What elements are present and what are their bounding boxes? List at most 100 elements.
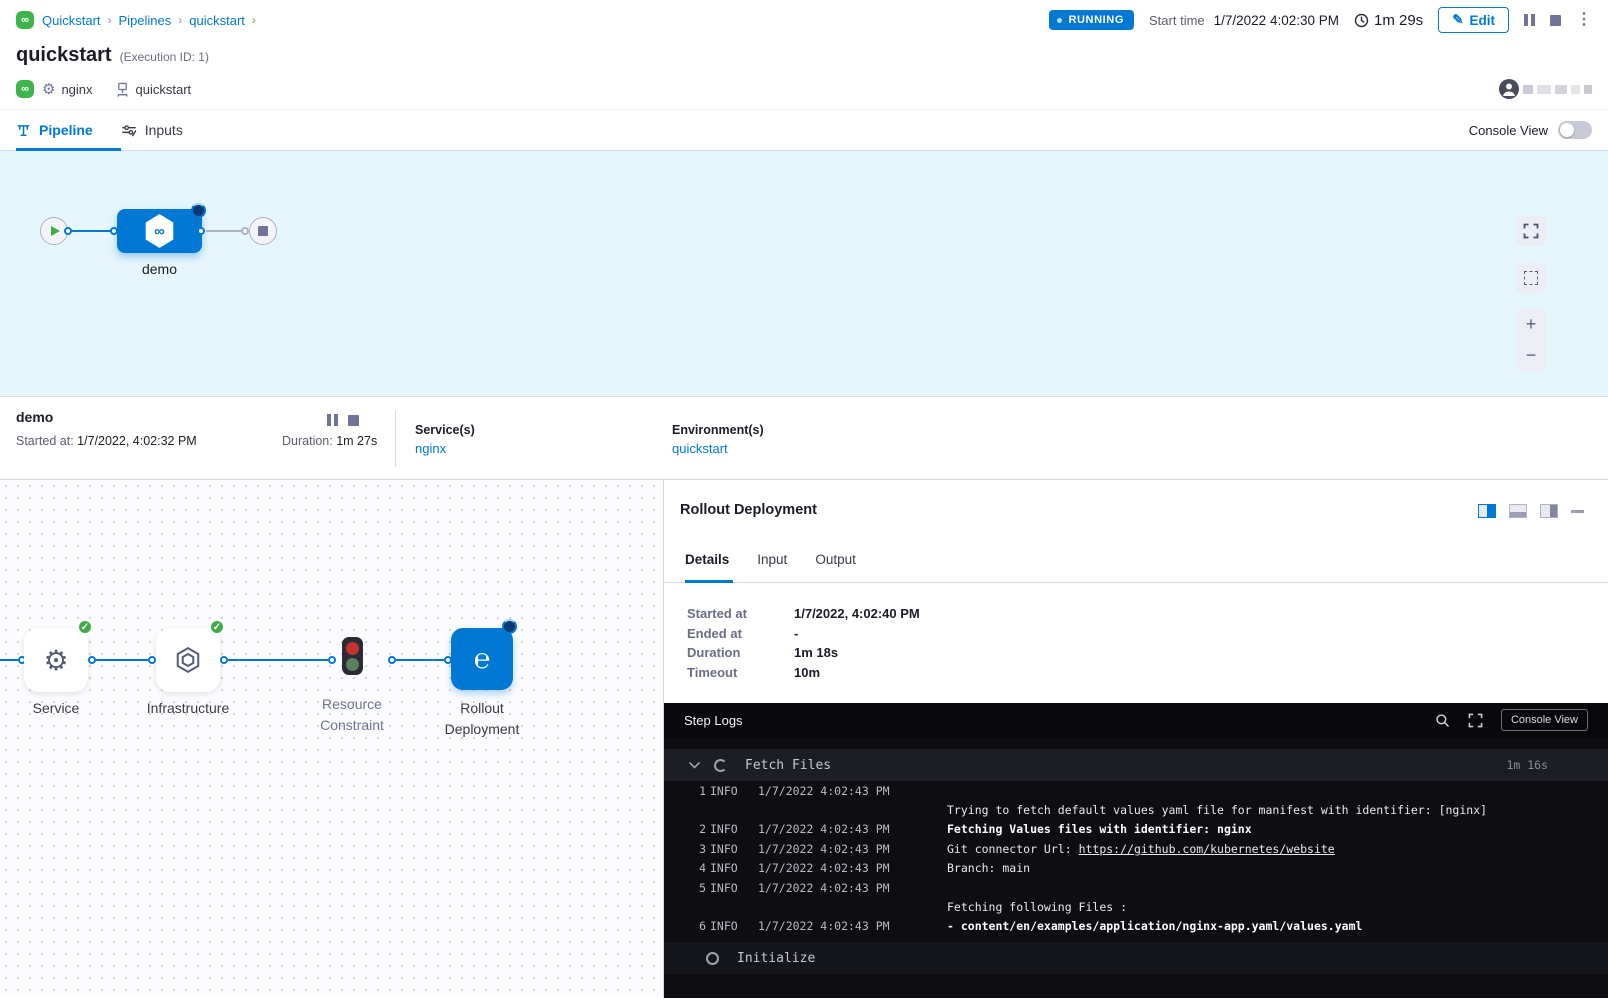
service-link[interactable]: nginx	[415, 441, 475, 456]
execution-id: (Execution ID: 1)	[120, 50, 209, 64]
environment-tag[interactable]: quickstart	[115, 82, 192, 97]
success-check-badge: ✓	[209, 619, 225, 635]
log-line: Trying to fetch default values yaml file…	[664, 800, 1608, 819]
chevron-down-icon	[689, 762, 700, 769]
pending-circle-icon	[706, 952, 719, 965]
console-header: Step Logs Console View	[664, 703, 1608, 737]
step-node-rollout-deployment[interactable]: ℮	[451, 628, 513, 690]
stop-stage-button[interactable]	[348, 415, 359, 426]
edge-line	[396, 659, 444, 661]
gear-icon: ⚙	[42, 80, 55, 98]
top-bar-actions: RUNNING Start time 1/7/2022 4:02:30 PM 1…	[1049, 7, 1592, 33]
elapsed-time: 1m 29s	[1354, 12, 1423, 29]
expand-icon[interactable]	[1468, 713, 1483, 728]
stage-node-demo[interactable]: ∞	[117, 209, 202, 253]
step-label-service: Service	[16, 698, 96, 719]
git-connector-link[interactable]: https://github.com/kubernetes/website	[1079, 842, 1335, 856]
console-view-label: Console View	[1469, 123, 1548, 138]
layout-panel-right-button[interactable]	[1540, 504, 1558, 518]
inputs-icon	[121, 123, 137, 138]
tab-inputs[interactable]: Inputs	[107, 110, 197, 150]
redacted-user-info	[1537, 85, 1551, 94]
stage-info-bar: demo Started at: 1/7/2022, 4:02:32 PM Du…	[0, 396, 1608, 480]
log-lines: 1INFO1/7/2022 4:02:43 PM Trying to fetch…	[664, 781, 1608, 936]
console-view-button[interactable]: Console View	[1501, 709, 1588, 731]
panel-layout-controls	[1478, 504, 1584, 518]
console-view-toggle[interactable]	[1558, 121, 1592, 139]
tab-output[interactable]: Output	[815, 552, 856, 567]
edge-line	[228, 659, 328, 661]
edit-button-label: Edit	[1470, 13, 1496, 28]
log-section-fetch-files[interactable]: Fetch Files 1m 16s	[664, 749, 1608, 781]
execution-graph[interactable]: ⚙ ✓ ✓ ℮	[0, 480, 663, 998]
pipeline-end-node[interactable]	[249, 217, 277, 245]
connector-dot	[88, 656, 96, 664]
pause-execution-button[interactable]	[1524, 14, 1535, 26]
started-at-value: 1/7/2022, 4:02:32 PM	[77, 434, 197, 448]
tab-pipeline-label: Pipeline	[39, 122, 93, 138]
status-dot-icon	[1057, 18, 1062, 23]
status-badge: RUNNING	[1049, 10, 1134, 30]
section-title: Fetch Files	[745, 758, 831, 773]
duration-label: Duration:	[282, 434, 333, 448]
detail-row-duration: Duration1m 18s	[687, 643, 920, 663]
divider	[395, 411, 396, 467]
detail-row-started-at: Started at1/7/2022, 4:02:40 PM	[687, 604, 920, 624]
connector-dot	[241, 227, 249, 235]
step-node-infrastructure[interactable]	[156, 628, 220, 692]
environment-link[interactable]: quickstart	[672, 441, 764, 456]
fullscreen-icon	[1523, 223, 1539, 239]
pause-stage-button[interactable]	[327, 414, 338, 426]
breadcrumb-project[interactable]: Quickstart	[42, 13, 101, 28]
harness-cd-icon: ∞	[16, 80, 34, 98]
console-view-control: Console View	[1469, 121, 1592, 139]
edit-button[interactable]: ✎ Edit	[1438, 7, 1509, 33]
title-row: quickstart (Execution ID: 1)	[0, 40, 1608, 67]
breadcrumb-pipelines[interactable]: Pipelines	[119, 13, 172, 28]
tab-details[interactable]: Details	[685, 552, 729, 567]
step-label-resource-constraint: Resource Constraint	[302, 694, 402, 736]
layout-split-bottom-button[interactable]	[1509, 504, 1527, 518]
tab-input[interactable]: Input	[757, 552, 787, 567]
breadcrumb-separator: ›	[178, 13, 182, 27]
start-time-label: Start time	[1149, 13, 1205, 28]
edge-line	[0, 659, 18, 661]
stage-started: Started at: 1/7/2022, 4:02:32 PM	[16, 434, 197, 448]
infrastructure-hexagon-icon	[173, 645, 203, 675]
log-section-initialize[interactable]: Initialize	[664, 942, 1608, 974]
service-tag-label: nginx	[61, 82, 92, 97]
redacted-user-info	[1571, 85, 1580, 94]
search-icon[interactable]	[1435, 713, 1450, 728]
harness-cd-icon: ∞	[16, 11, 34, 29]
panel-tab-bar: Details Input Output	[664, 536, 1608, 583]
connector-dot	[220, 656, 228, 664]
marquee-icon	[1524, 271, 1538, 285]
service-tag[interactable]: ⚙ nginx	[42, 80, 93, 98]
stop-execution-button[interactable]	[1550, 15, 1561, 26]
environments-block: Environment(s) quickstart	[672, 423, 764, 456]
breadcrumb-pipeline-name[interactable]: quickstart	[189, 13, 245, 28]
zoom-in-button[interactable]: +	[1516, 309, 1546, 340]
zoom-out-button[interactable]: −	[1516, 340, 1546, 371]
redacted-user-info	[1555, 85, 1567, 94]
tab-inputs-label: Inputs	[145, 122, 183, 138]
running-spinner-icon	[714, 759, 727, 772]
layout-split-right-button[interactable]	[1478, 504, 1496, 518]
step-logs-console: Step Logs Console View	[664, 703, 1608, 998]
tab-pipeline[interactable]: Pipeline	[16, 110, 107, 150]
more-options-menu[interactable]: ⋮	[1576, 12, 1592, 28]
step-label-infrastructure: Infrastructure	[126, 698, 250, 719]
pipeline-canvas[interactable]: ∞ demo + −	[0, 151, 1608, 396]
stage-name: demo	[16, 409, 53, 425]
avatar-icon[interactable]	[1499, 79, 1519, 99]
services-label: Service(s)	[415, 423, 475, 437]
play-icon	[51, 226, 60, 236]
step-node-service[interactable]: ⚙	[24, 628, 88, 692]
clock-icon	[1354, 13, 1369, 28]
marquee-select-button[interactable]	[1516, 263, 1546, 293]
section-title: Initialize	[737, 951, 815, 966]
resource-constraint-node[interactable]	[342, 637, 363, 675]
fullscreen-button[interactable]	[1516, 216, 1546, 246]
top-bar: ∞ Quickstart › Pipelines › quickstart › …	[0, 0, 1608, 40]
minimize-panel-button[interactable]	[1571, 510, 1584, 513]
